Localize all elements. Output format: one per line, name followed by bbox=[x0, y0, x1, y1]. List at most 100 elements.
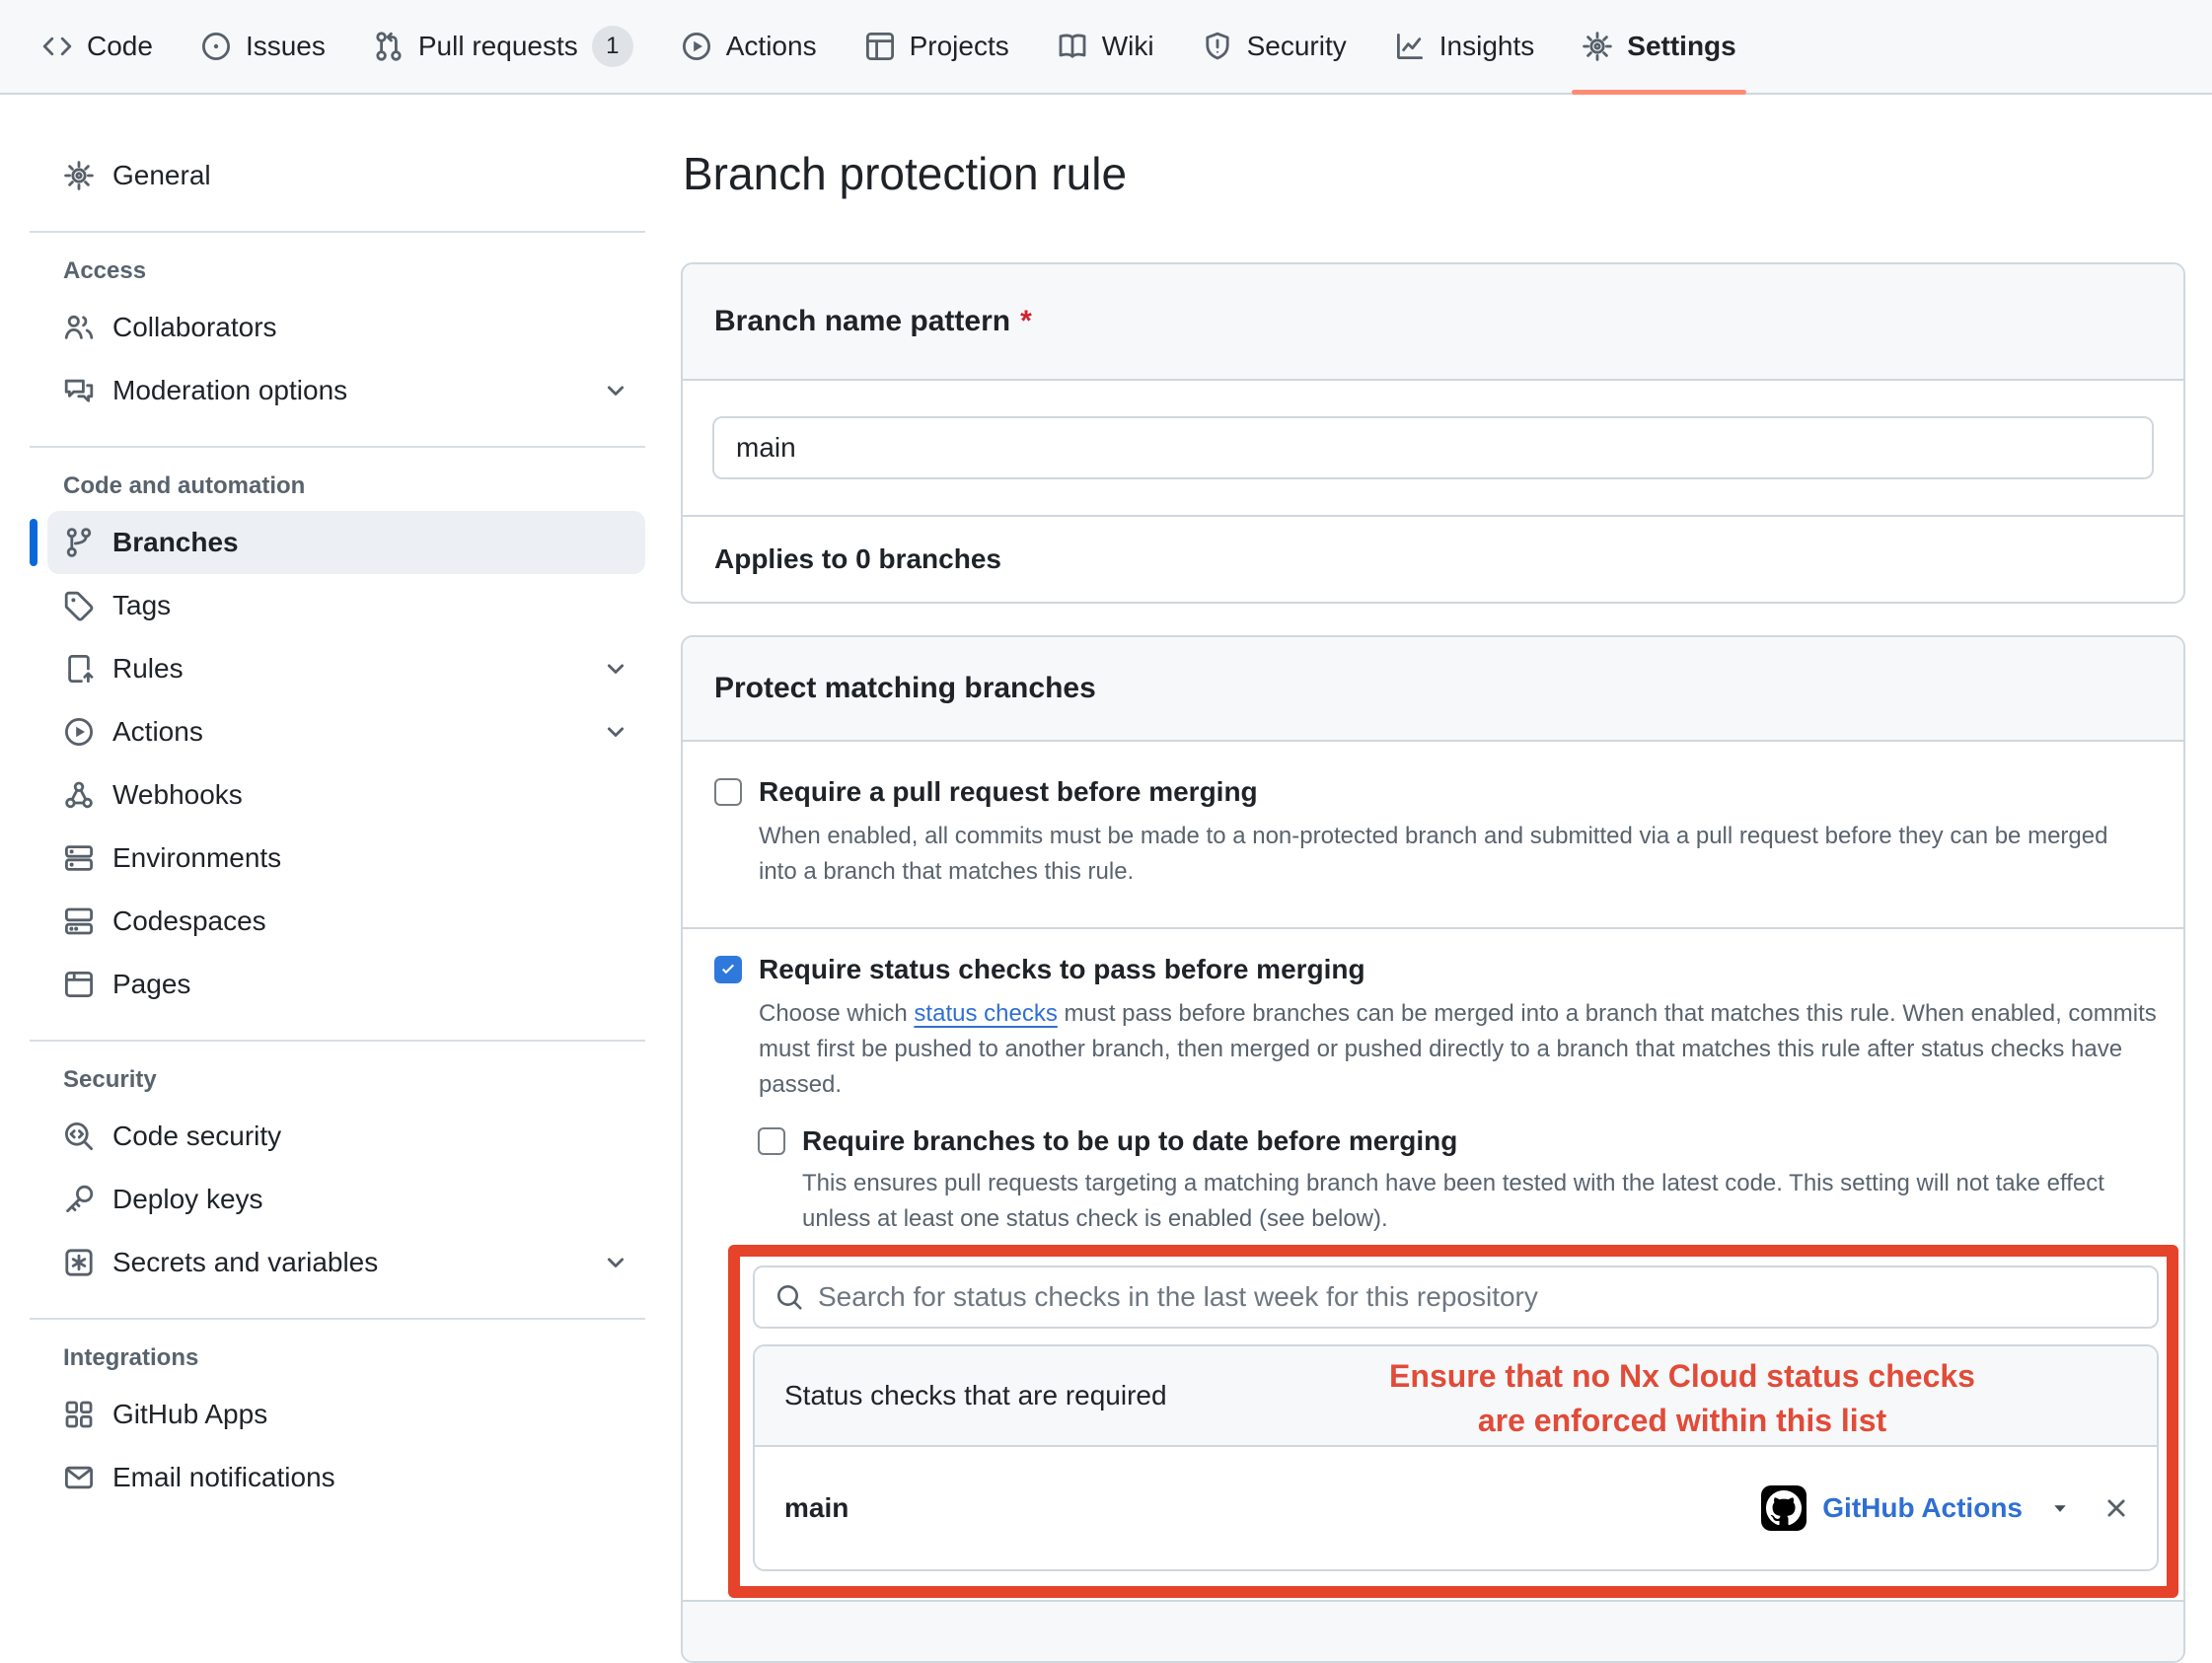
settings-sidebar: General Access Collaborators Moderation … bbox=[30, 128, 645, 1509]
people-icon bbox=[63, 312, 95, 343]
sidebar-item-deploy-keys[interactable]: Deploy keys bbox=[47, 1168, 645, 1231]
tab-label: Settings bbox=[1627, 31, 1735, 62]
page-title: Branch protection rule bbox=[683, 142, 2185, 205]
require-status-checks-checkbox[interactable] bbox=[714, 956, 742, 983]
branch-name-pattern-input[interactable] bbox=[712, 416, 2154, 479]
divider bbox=[30, 1318, 645, 1320]
sidebar-item-pages[interactable]: Pages bbox=[47, 953, 645, 1016]
annotation-line-2: are enforced within this list bbox=[1248, 1399, 2116, 1443]
require-up-to-date-checkbox[interactable] bbox=[758, 1127, 785, 1155]
sidebar-item-tags[interactable]: Tags bbox=[47, 574, 645, 637]
sidebar-section-security: Security bbox=[63, 1065, 645, 1095]
tab-label: Actions bbox=[726, 31, 817, 62]
tab-projects[interactable]: Projects bbox=[848, 0, 1025, 93]
sidebar-item-label: GitHub Apps bbox=[112, 1399, 267, 1430]
sidebar-item-codespaces[interactable]: Codespaces bbox=[47, 890, 645, 953]
rule-label: Require a pull request before merging bbox=[759, 775, 1258, 809]
github-actions-link[interactable]: GitHub Actions bbox=[1822, 1492, 2023, 1524]
annotation-highlight-frame: Status checks that are required Ensure t… bbox=[728, 1245, 2178, 1598]
tab-label: Issues bbox=[246, 31, 326, 62]
gear-icon bbox=[1582, 31, 1613, 62]
sidebar-item-actions[interactable]: Actions bbox=[47, 700, 645, 763]
sidebar-item-label: Codespaces bbox=[112, 905, 266, 937]
sidebar-item-moderation-options[interactable]: Moderation options bbox=[47, 359, 645, 422]
sidebar-item-label: Branches bbox=[112, 527, 239, 558]
code-scan-icon bbox=[63, 1121, 95, 1152]
tab-issues[interactable]: Issues bbox=[184, 0, 341, 93]
rule-description: When enabled, all commits must be made t… bbox=[759, 819, 2140, 890]
sidebar-item-label: Environments bbox=[112, 842, 281, 874]
tab-settings[interactable]: Settings bbox=[1566, 0, 1751, 93]
pull-request-icon bbox=[373, 31, 405, 62]
rules-icon bbox=[63, 653, 95, 685]
rule-description: Choose which status checks must pass bef… bbox=[759, 996, 2185, 1103]
asterisk-box-icon bbox=[63, 1247, 95, 1278]
tag-icon bbox=[63, 590, 95, 621]
actions-icon bbox=[681, 31, 712, 62]
remove-status-check-button[interactable] bbox=[2101, 1493, 2131, 1523]
tab-label: Security bbox=[1247, 31, 1347, 62]
sidebar-item-label: Email notifications bbox=[112, 1462, 335, 1493]
sidebar-item-rules[interactable]: Rules bbox=[47, 637, 645, 700]
rule-description: This ensures pull requests targeting a m… bbox=[802, 1166, 2124, 1237]
repo-nav: Code Issues Pull requests 1 Actions Proj… bbox=[0, 0, 2212, 95]
github-logo-icon bbox=[1761, 1485, 1806, 1531]
applies-to-branches: Applies to 0 branches bbox=[683, 515, 2183, 602]
webhook-icon bbox=[63, 779, 95, 811]
sidebar-item-label: Tags bbox=[112, 590, 171, 621]
sidebar-item-secrets-and-variables[interactable]: Secrets and variables bbox=[47, 1231, 645, 1294]
description-text: Choose which bbox=[759, 1000, 914, 1027]
rule-require-pull-request: Require a pull request before merging Wh… bbox=[683, 742, 2183, 929]
sidebar-section-integrations: Integrations bbox=[63, 1343, 645, 1373]
sidebar-item-collaborators[interactable]: Collaborators bbox=[47, 296, 645, 359]
status-checks-link[interactable]: status checks bbox=[914, 1000, 1057, 1027]
pull-requests-count-badge: 1 bbox=[592, 26, 633, 67]
divider bbox=[30, 1040, 645, 1042]
divider bbox=[30, 446, 645, 448]
sidebar-item-environments[interactable]: Environments bbox=[47, 827, 645, 890]
tab-actions[interactable]: Actions bbox=[665, 0, 833, 93]
rule-label: Require status checks to pass before mer… bbox=[759, 953, 1365, 986]
sidebar-item-label: Rules bbox=[112, 653, 184, 685]
gear-icon bbox=[63, 160, 95, 191]
tab-pull-requests[interactable]: Pull requests 1 bbox=[357, 0, 649, 93]
tab-wiki[interactable]: Wiki bbox=[1041, 0, 1170, 93]
browser-icon bbox=[63, 969, 95, 1000]
require-pull-request-checkbox[interactable] bbox=[714, 778, 742, 806]
chevron-down-icon bbox=[602, 655, 629, 683]
sidebar-item-email-notifications[interactable]: Email notifications bbox=[47, 1446, 645, 1509]
code-icon bbox=[41, 31, 73, 62]
branch-name-pattern-card: Branch name pattern* Applies to 0 branch… bbox=[681, 262, 2185, 604]
sidebar-item-code-security[interactable]: Code security bbox=[47, 1105, 645, 1168]
status-check-row: main GitHub Actions bbox=[755, 1447, 2157, 1569]
divider bbox=[30, 231, 645, 233]
sidebar-item-branches[interactable]: Branches bbox=[47, 511, 645, 574]
next-section-strip bbox=[683, 1602, 2183, 1661]
caret-down-icon[interactable] bbox=[2048, 1496, 2072, 1520]
sidebar-item-label: Code security bbox=[112, 1121, 281, 1152]
tab-security[interactable]: Security bbox=[1186, 0, 1363, 93]
required-status-checks-list: Status checks that are required Ensure t… bbox=[753, 1344, 2159, 1571]
graph-icon bbox=[1394, 31, 1426, 62]
tab-insights[interactable]: Insights bbox=[1378, 0, 1551, 93]
sidebar-item-label: Webhooks bbox=[112, 779, 243, 811]
tab-label: Wiki bbox=[1102, 31, 1154, 62]
chevron-down-icon bbox=[602, 718, 629, 746]
status-check-name: main bbox=[784, 1492, 848, 1524]
sidebar-item-webhooks[interactable]: Webhooks bbox=[47, 763, 645, 827]
status-checks-search-input[interactable] bbox=[818, 1281, 2137, 1313]
chevron-down-icon bbox=[602, 1249, 629, 1276]
protect-matching-branches-card: Protect matching branches Require a pull… bbox=[681, 635, 2185, 1663]
sidebar-section-access: Access bbox=[63, 256, 645, 286]
status-checks-list-header: Status checks that are required Ensure t… bbox=[755, 1346, 2157, 1447]
codespaces-icon bbox=[63, 905, 95, 937]
required-asterisk: * bbox=[1020, 305, 1032, 337]
sidebar-item-general[interactable]: General bbox=[47, 144, 645, 207]
sidebar-item-label: Secrets and variables bbox=[112, 1247, 378, 1278]
tab-code[interactable]: Code bbox=[26, 0, 169, 93]
sidebar-item-label: General bbox=[112, 160, 211, 191]
mail-icon bbox=[63, 1462, 95, 1493]
play-icon bbox=[63, 716, 95, 748]
sidebar-item-github-apps[interactable]: GitHub Apps bbox=[47, 1383, 645, 1446]
key-icon bbox=[63, 1184, 95, 1215]
